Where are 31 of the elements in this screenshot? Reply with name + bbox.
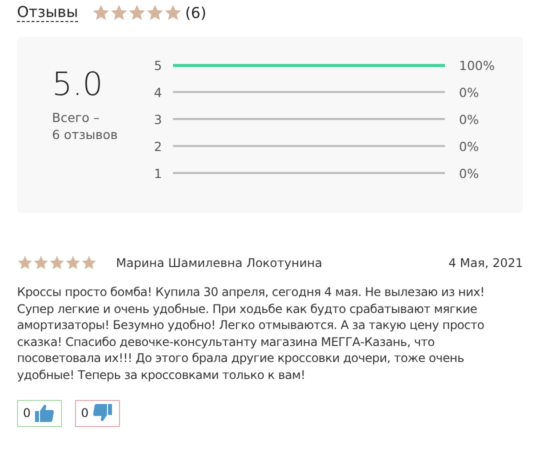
star-icon xyxy=(33,255,49,271)
star-icon xyxy=(92,4,110,22)
star-icon xyxy=(146,4,164,22)
review-date: 4 Мая, 2021 xyxy=(448,256,523,270)
rating-label: 1 xyxy=(154,166,163,180)
thumbs-down-icon xyxy=(92,404,112,422)
rating-label: 4 xyxy=(154,84,163,100)
rating-label: 5 xyxy=(154,58,163,72)
review-text: Кроссы просто бомба! Купила 30 апреля, сегодня 4 мая. Не вылезаю из них! Супер легкие и очень удобные. При ходьбе как будто срабатывают мягкие амортизаторы! Безумно удобно! Легко отмываются. А за такую цену просто сказка! Спасибо девочке-консультанту магазина МЕГГА-Казань, что посоветовала их!!! До этого брала другие кроссовки дочери, тоже очень удобные! Теперь за кроссовками только к вам! xyxy=(17,284,486,384)
like-button[interactable]: 0 xyxy=(17,400,62,427)
star-icon xyxy=(17,255,33,271)
star-icon xyxy=(164,4,182,22)
star-icon xyxy=(65,255,81,271)
rating-label: 2 xyxy=(154,138,163,154)
rating-percent: 0% xyxy=(459,112,479,126)
star-icon xyxy=(128,4,146,22)
average-score: 5.0 xyxy=(52,65,104,103)
star-icon xyxy=(81,255,97,271)
rating-percent: 0% xyxy=(459,138,479,154)
author-name: Марина Шамилевна Локотунина xyxy=(116,256,322,270)
star-icon xyxy=(110,4,128,22)
total-reviews: Всего – 6 отзывов xyxy=(52,109,119,143)
review-count: (6) xyxy=(185,4,206,22)
rating-percent: 100% xyxy=(459,58,495,72)
rating-percent: 0% xyxy=(459,166,479,180)
star-icon xyxy=(49,255,65,271)
dislike-button[interactable]: 0 xyxy=(75,400,120,427)
reviews-title[interactable]: Отзывы xyxy=(17,4,78,22)
rating-label: 3 xyxy=(154,112,163,126)
thumbs-up-icon xyxy=(34,404,54,422)
rating-percent: 0% xyxy=(459,84,479,100)
